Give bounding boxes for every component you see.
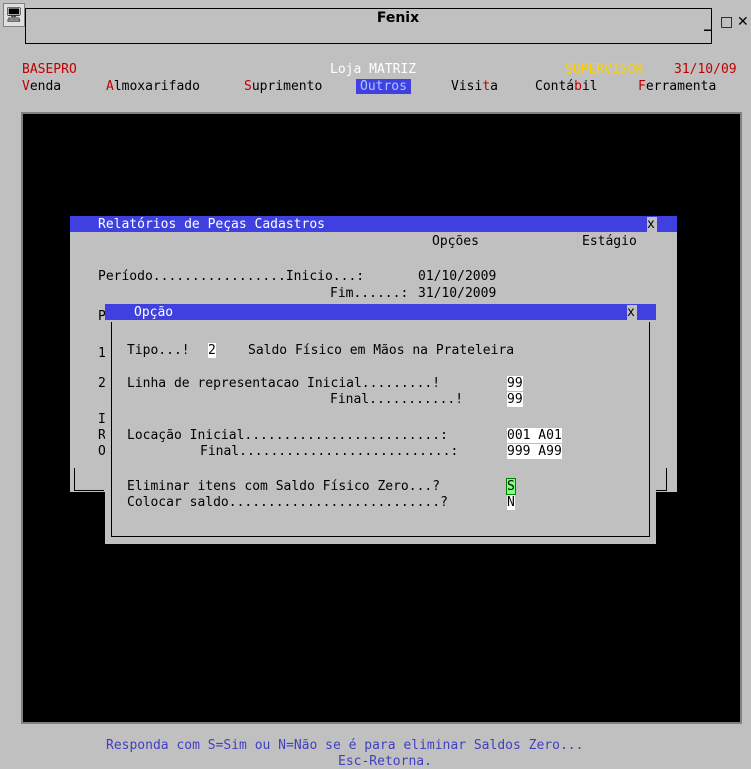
menu-almoxarifado-hotkey: A	[106, 79, 114, 94]
user-name: SUPERVISOR	[565, 62, 644, 77]
locacao-inicial-field[interactable]: 001 A01	[507, 428, 562, 443]
company-name: BASEPRO	[22, 62, 77, 77]
menu-ferramenta-hotkey: F	[638, 79, 646, 94]
minimize-button[interactable]: _	[704, 12, 712, 31]
eliminar-label: Eliminar itens com Saldo Físico Zero...?	[127, 479, 441, 494]
periodo-fim-field[interactable]: 31/10/2009	[418, 286, 496, 301]
menu-contabil-pre: Contá	[535, 79, 575, 94]
locacao-inicial-label: Locação Inicial.........................…	[127, 428, 448, 443]
close-button[interactable]: ✕	[737, 14, 749, 30]
menu-suprimento-label: uprimento	[251, 79, 323, 94]
opcao-dialog-title: Opção	[134, 305, 174, 320]
app-icon[interactable]: 🖥	[3, 3, 25, 27]
menu-venda-label: enda	[29, 79, 62, 94]
menu-ferramenta[interactable]: Ferramenta	[638, 79, 716, 94]
relatorios-panel-title: Relatórios de Peças Cadastros	[98, 217, 325, 232]
menu-venda[interactable]: Venda	[22, 79, 61, 94]
current-date: 31/10/09	[674, 62, 737, 77]
menu-almoxarifado[interactable]: Almoxarifado	[106, 79, 200, 94]
colocar-saldo-label: Colocar saldo...........................…	[127, 495, 448, 510]
opcao-dialog-titlebar	[105, 304, 656, 320]
opcao-dialog-close-button[interactable]: x	[627, 305, 637, 320]
menu-visita-hotkey: t	[482, 79, 491, 94]
panel-box-bottom-line	[74, 490, 104, 491]
store-name: Loja MATRIZ	[330, 62, 417, 77]
window-title: Fenix	[376, 10, 420, 26]
dialog-box-left-line	[111, 322, 112, 536]
menu-visita[interactable]: Visita	[451, 79, 498, 94]
linha-inicial-label: Linha de representacao Inicial.........!	[127, 376, 441, 391]
colocar-saldo-field[interactable]: N	[507, 495, 515, 510]
locacao-final-label: Final...........................:	[200, 444, 459, 459]
tipo-label: Tipo...!	[127, 343, 190, 358]
periodo-label: Período.................Inicio...:	[98, 269, 372, 284]
menu-almoxarifado-label: lmoxarifado	[113, 79, 200, 94]
locacao-final-field[interactable]: 999 A99	[507, 444, 562, 459]
menu-outros[interactable]: Outros	[356, 79, 411, 94]
tab-opcoes[interactable]: Opções	[432, 234, 479, 249]
menu-contabil[interactable]: Contábil	[535, 79, 598, 94]
menu-venda-hotkey: V	[22, 79, 30, 94]
menu-visita-pre: Visi	[451, 79, 483, 94]
menu-ferramenta-label: erramenta	[645, 79, 717, 94]
tab-estagio[interactable]: Estágio	[582, 234, 637, 249]
dialog-box-right-line	[649, 322, 650, 536]
eliminar-field[interactable]: S	[506, 478, 516, 495]
periodo-inicio-field[interactable]: 01/10/2009	[418, 269, 496, 284]
panel-box-right-line	[666, 468, 667, 490]
linha-final-label: Final...........!	[330, 392, 464, 407]
maximize-button[interactable]: □	[720, 14, 733, 30]
relatorios-panel-close-button[interactable]: x	[647, 217, 657, 232]
tipo-description: Saldo Físico em Mãos na Prateleira	[248, 343, 515, 358]
menu-suprimento-hotkey: S	[244, 79, 252, 94]
menu-contabil-post: il	[581, 79, 598, 94]
linha-inicial-field[interactable]: 99	[507, 376, 523, 391]
menu-contabil-hotkey: b	[574, 79, 582, 94]
panel-box-left-line	[74, 468, 75, 490]
menu-suprimento[interactable]: Suprimento	[244, 79, 322, 94]
status-message: Responda com S=Sim ou N=Não se é para el…	[106, 738, 584, 753]
linha-final-field[interactable]: 99	[507, 392, 523, 407]
tipo-field[interactable]: 2	[208, 343, 216, 358]
dialog-box-bottom-line	[111, 536, 650, 537]
panel-box-bottom-right-line	[656, 490, 667, 491]
fim-label: Fim......:	[330, 286, 417, 301]
menu-visita-post: a	[490, 79, 498, 94]
